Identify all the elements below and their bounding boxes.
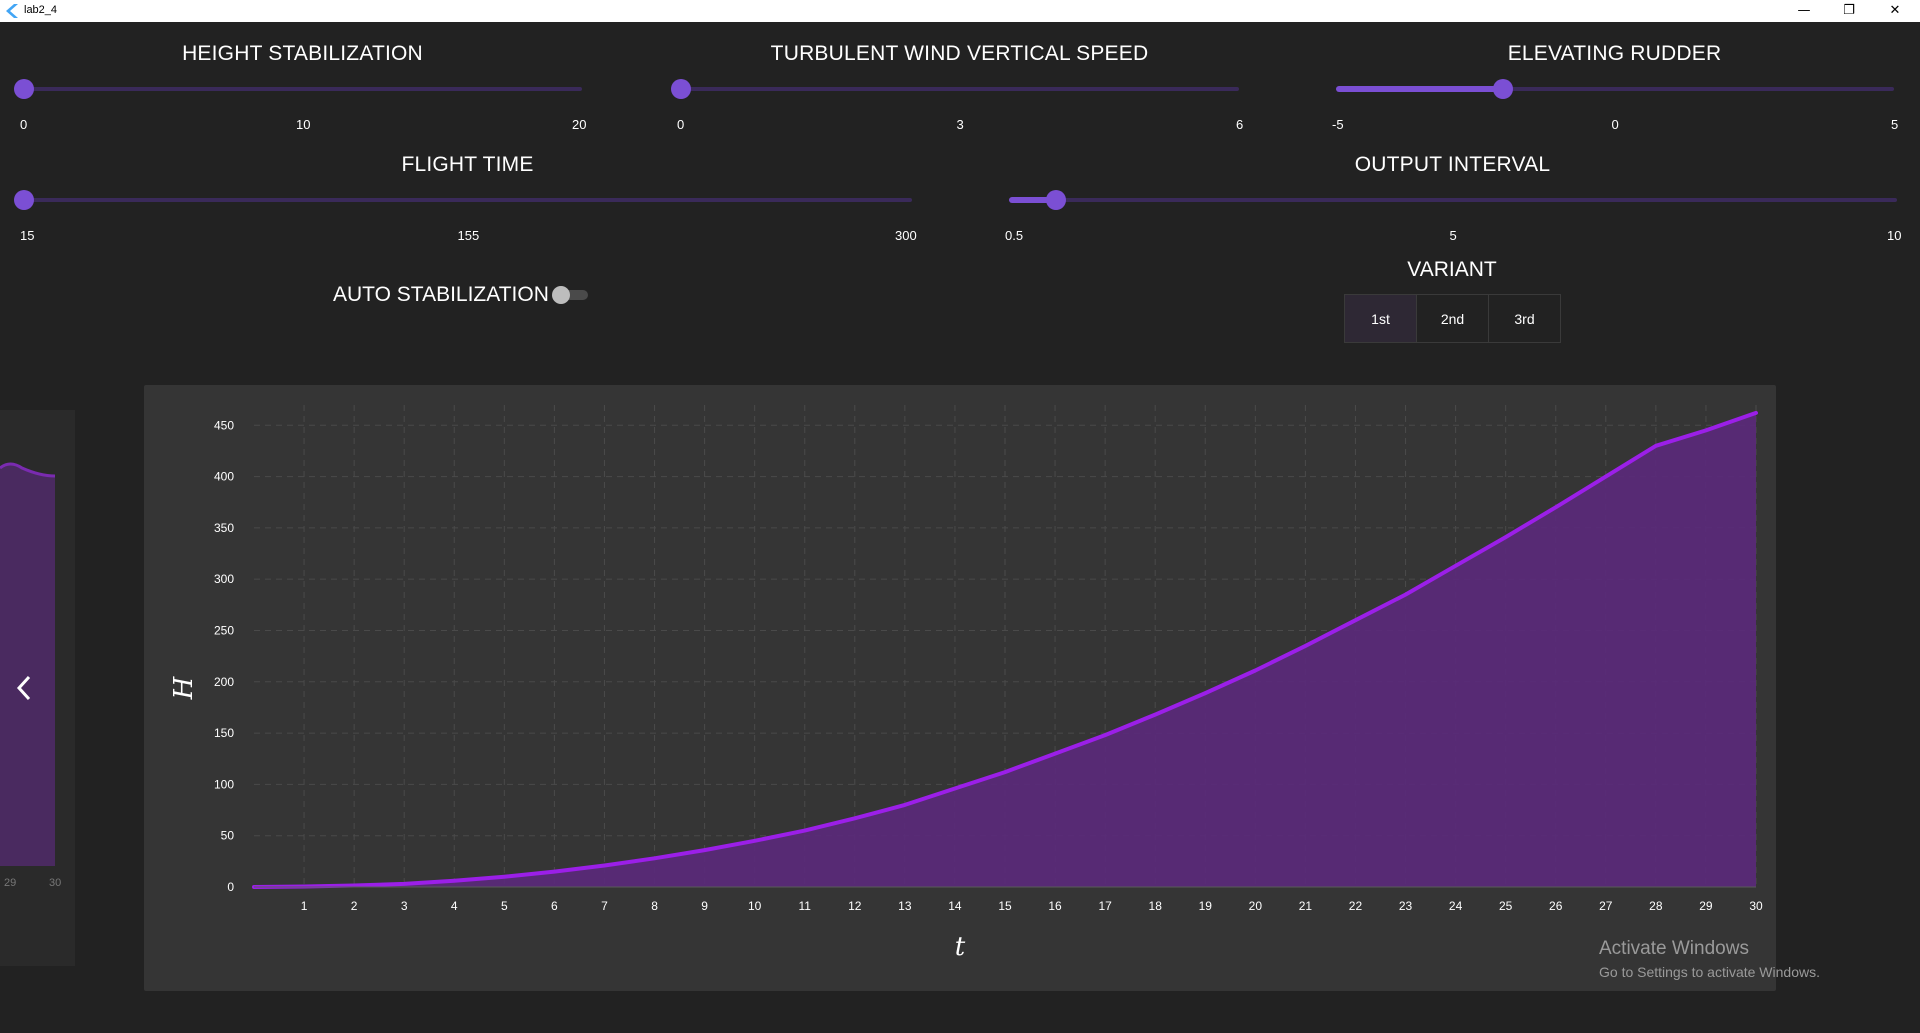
flight-time-slider[interactable] — [24, 198, 912, 202]
x-tick-label: 30 — [1749, 899, 1763, 913]
x-tick-label: 10 — [748, 899, 762, 913]
x-tick-label: 3 — [401, 899, 408, 913]
turbulent-wind-tick-label: 3 — [956, 117, 964, 132]
output-interval-tick-label: 5 — [1449, 228, 1457, 243]
x-tick-label: 29 — [1699, 899, 1713, 913]
toggle-knob[interactable] — [552, 286, 570, 304]
y-tick-label: 100 — [214, 777, 234, 791]
x-axis-label: t — [955, 932, 966, 962]
output-interval-slider-block: OUTPUT INTERVAL 0.5 5 10 — [985, 0, 1920, 260]
x-tick-label: 27 — [1599, 899, 1613, 913]
previous-chart-preview: 29 30 — [0, 462, 61, 889]
height-chart-panel: 1 2 3 4 5 6 7 8 9 10 11 12 13 14 15 16 17 18 19 20 21 22 23 24 2… — [144, 385, 1776, 991]
x-tick-label: 23 — [1399, 899, 1413, 913]
variant-title: VARIANT — [1407, 258, 1497, 281]
y-tick-label: 450 — [214, 418, 234, 432]
height-chart: 1 2 3 4 5 6 7 8 9 10 11 12 13 14 15 16 17 18 19 20 21 22 23 24 2… — [169, 405, 1763, 962]
y-tick-label: 400 — [214, 470, 234, 484]
x-tick-label: 1 — [301, 899, 308, 913]
y-tick-label: 250 — [214, 623, 234, 637]
flight-time-title: FLIGHT TIME — [401, 153, 534, 176]
previous-chart-card[interactable]: 29 30 — [0, 410, 75, 966]
x-tick-label: 16 — [1048, 899, 1062, 913]
x-tick-label: 11 — [798, 899, 811, 913]
y-tick-label: 150 — [214, 726, 234, 740]
auto-stabilization-toggle[interactable] — [552, 286, 588, 304]
x-tick-label: 5 — [501, 899, 508, 913]
x-tick-label: 25 — [1499, 899, 1513, 913]
y-axis-label: H — [169, 675, 199, 700]
x-tick-label: 6 — [551, 899, 558, 913]
flight-time-tick-label: 300 — [895, 228, 917, 243]
x-tick-label: 7 — [601, 899, 608, 913]
variant-option-1st[interactable]: 1st — [1345, 295, 1417, 342]
variant-selector: 1st 2nd 3rd — [1344, 294, 1561, 343]
flight-time-slider-block: FLIGHT TIME 15 155 300 — [0, 0, 935, 260]
activate-windows-watermark: Activate Windows Go to Settings to activ… — [1599, 938, 1820, 980]
output-interval-slider[interactable] — [1009, 198, 1897, 202]
y-tick-label: 0 — [227, 880, 234, 894]
y-tick-label: 50 — [221, 829, 235, 843]
x-tick-label: 26 — [1549, 899, 1563, 913]
y-tick-label: 300 — [214, 572, 234, 586]
x-tick-label: 24 — [1449, 899, 1463, 913]
x-tick-label: 18 — [1149, 899, 1163, 913]
x-tick-label: 2 — [351, 899, 358, 913]
y-tick-label: 350 — [214, 521, 234, 535]
flight-time-tick-label: 15 — [20, 228, 35, 243]
output-interval-thumb[interactable] — [1045, 190, 1066, 210]
x-tick-label: 15 — [998, 899, 1012, 913]
x-tick-label: 8 — [651, 899, 658, 913]
auto-stabilization-label: AUTO STABILIZATION — [333, 283, 549, 306]
x-tick-label: 17 — [1098, 899, 1112, 913]
watermark-line2: Go to Settings to activate Windows. — [1599, 964, 1820, 980]
x-tick-label: 19 — [1199, 899, 1213, 913]
flight-time-tick-label: 155 — [457, 228, 480, 243]
x-tick-label: 14 — [948, 899, 962, 913]
output-interval-tick-label: 10 — [1887, 228, 1902, 243]
x-tick-label: 20 — [1249, 899, 1263, 913]
flight-time-thumb[interactable] — [14, 190, 34, 210]
x-tick-label: 4 — [451, 899, 458, 913]
x-tick-label: 21 — [1299, 899, 1313, 913]
x-tick-label: 9 — [701, 899, 708, 913]
output-interval-tick-label: 0.5 — [1005, 228, 1024, 243]
side-tick-29: 29 — [4, 877, 16, 889]
side-tick-30: 30 — [49, 877, 61, 889]
variant-option-2nd[interactable]: 2nd — [1417, 295, 1489, 342]
chevron-left-icon[interactable] — [13, 673, 35, 703]
output-interval-title: OUTPUT INTERVAL — [1354, 153, 1551, 176]
variant-option-3rd[interactable]: 3rd — [1489, 295, 1560, 342]
x-tick-label: 13 — [898, 899, 912, 913]
watermark-line1: Activate Windows — [1599, 938, 1749, 959]
x-tick-label: 22 — [1349, 899, 1363, 913]
y-tick-label: 200 — [214, 675, 234, 689]
x-tick-label: 28 — [1649, 899, 1663, 913]
x-tick-label: 12 — [848, 899, 862, 913]
